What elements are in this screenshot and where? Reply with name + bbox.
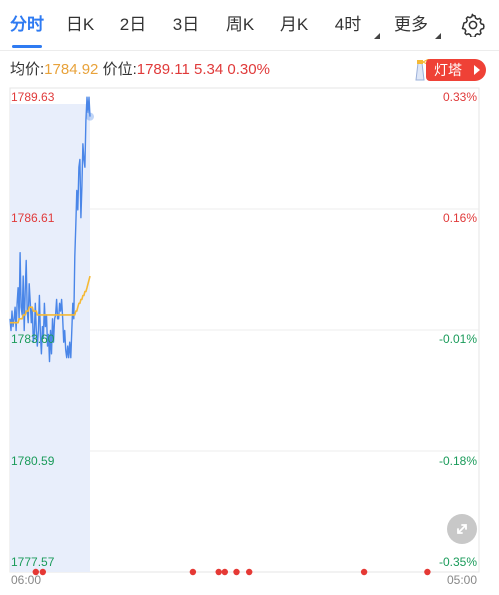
intraday-chart[interactable]: [0, 0, 499, 595]
y-left-tick-1: 1786.61: [11, 211, 55, 225]
last-price-marker: [86, 112, 94, 121]
event-dot: [424, 568, 431, 576]
y-left-tick-2: 1783.60: [11, 332, 55, 346]
y-right-tick-1: 0.16%: [442, 211, 477, 225]
expand-icon: [457, 524, 467, 534]
y-right-tick-4: -0.35%: [438, 555, 477, 569]
y-right-tick-2: -0.01%: [438, 332, 477, 346]
x-tick-start: 06:00: [11, 573, 42, 587]
event-dot: [246, 568, 253, 576]
event-dot: [189, 568, 197, 576]
fullscreen-button[interactable]: [447, 514, 477, 544]
x-tick-end: 05:00: [446, 573, 477, 587]
y-left-tick-3: 1780.59: [11, 454, 55, 468]
y-right-tick-0: 0.33%: [442, 90, 477, 104]
event-dot: [215, 568, 222, 576]
event-dot: [233, 568, 240, 576]
event-dot: [221, 568, 228, 576]
event-dot: [360, 568, 368, 576]
y-right-tick-3: -0.18%: [438, 454, 477, 468]
y-left-tick-4: 1777.57: [11, 555, 55, 569]
y-left-tick-0: 1789.63: [11, 90, 55, 104]
